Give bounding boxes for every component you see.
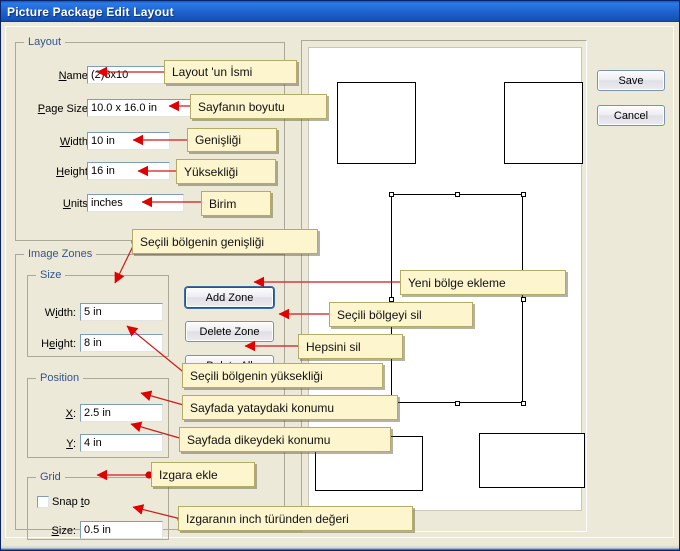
zone-resize-handle[interactable] [521, 296, 526, 302]
callout-zone-height: Seçili bölgenin yüksekliği [182, 363, 383, 388]
picture-package-edit-layout-dialog: Picture Package Edit Layout Layout Name:… [0, 0, 680, 551]
callout-grid-size: Izgaranın inch türünden değeri [178, 506, 413, 531]
layout-group-legend: Layout [24, 36, 66, 48]
page-size-field[interactable]: 10.0 x 16.0 in [87, 99, 197, 117]
zone-width-label: Width: [44, 307, 76, 319]
position-y-field[interactable]: 4 in [80, 434, 163, 452]
zone-resize-handle[interactable] [521, 192, 526, 197]
save-button[interactable]: Save [597, 70, 665, 91]
title-bar[interactable]: Picture Package Edit Layout [1, 1, 679, 22]
zone-width-field[interactable]: 5 in [80, 303, 163, 321]
name-label: Name: [58, 70, 91, 82]
callout-height: Yüksekliği [176, 159, 276, 184]
callout-position-x: Sayfada yataydaki konumu [182, 395, 398, 420]
grid-group-legend: Grid [36, 471, 65, 483]
position-y-label: Y: [66, 438, 76, 450]
image-zones-group-legend: Image Zones [24, 248, 97, 260]
height-label: Height: [56, 166, 91, 178]
zone-top-right[interactable] [504, 82, 583, 164]
zone-bottom-right[interactable] [479, 433, 585, 488]
callout-page-size: Sayfanın boyutu [190, 94, 327, 119]
delete-zone-button-label: Delete Zone [199, 325, 260, 338]
page-size-label: Page Size: [37, 103, 91, 115]
zone-height-field[interactable]: 8 in [80, 334, 163, 352]
zone-resize-handle[interactable] [389, 192, 394, 197]
width-label: Width: [59, 136, 91, 148]
units-label: Units: [62, 198, 91, 210]
position-x-field[interactable]: 2.5 in [80, 404, 163, 422]
snap-to-label[interactable]: Snap to [52, 496, 90, 508]
callout-add-zone: Yeni bölge ekleme [400, 270, 566, 295]
callout-layout-name: Layout 'un İsmi [164, 60, 297, 84]
zone-center[interactable] [389, 192, 526, 406]
zone-resize-handle[interactable] [389, 296, 394, 302]
callout-zone-width: Seçili bölgenin genişliği [132, 229, 318, 254]
callout-delete-zone: Seçili bölgeyi sil [329, 302, 473, 327]
callout-delete-all: Hepsini sil [298, 334, 403, 359]
zone-top-left[interactable] [337, 82, 416, 164]
grid-size-field[interactable]: 0.5 in [80, 521, 163, 539]
callout-units: Birim [201, 191, 271, 216]
save-button-label: Save [618, 74, 644, 87]
zone-resize-handle[interactable] [521, 401, 526, 406]
add-zone-button[interactable]: Add Zone [185, 287, 274, 308]
position-x-label: X: [65, 408, 76, 420]
cancel-button-label: Cancel [613, 109, 649, 122]
position-group-legend: Position [36, 372, 84, 384]
delete-zone-button[interactable]: Delete Zone [185, 321, 274, 342]
height-field[interactable]: 16 in [87, 162, 170, 180]
cancel-button[interactable]: Cancel [597, 105, 665, 126]
callout-position-y: Sayfada dikeydeki konumu [179, 427, 391, 452]
callout-snap-to: Izgara ekle [151, 462, 255, 487]
width-field[interactable]: 10 in [87, 132, 170, 150]
window-title: Picture Package Edit Layout [7, 4, 174, 19]
callout-width: Genişliği [187, 128, 277, 152]
snap-to-checkbox[interactable] [37, 496, 49, 508]
grid-size-label: Size: [51, 525, 76, 537]
units-field[interactable]: inches [87, 194, 184, 212]
dialog-client-area: Layout Name: (2)8x10 Page Size: 10.0 x 1… [1, 22, 679, 547]
add-zone-button-label: Add Zone [205, 291, 254, 304]
dialog-bottom-edge [1, 545, 679, 550]
size-group-legend: Size [36, 269, 66, 281]
zone-resize-handle[interactable] [455, 192, 460, 197]
zone-resize-handle[interactable] [455, 401, 460, 406]
zone-height-label: Height: [41, 338, 76, 350]
